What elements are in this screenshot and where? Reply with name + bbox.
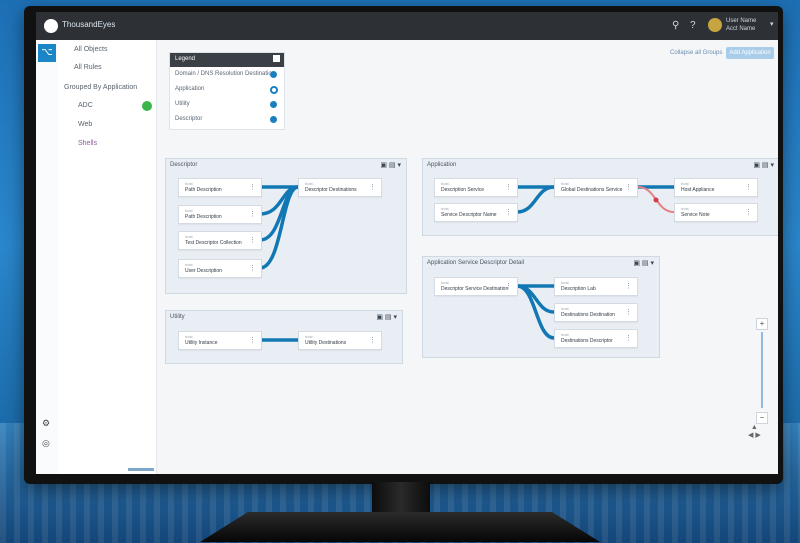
app-screen: ThousandEyes ⚲ ? User Name Acct Name ▾ ⌥… (36, 12, 778, 474)
node[interactable]: host Global Destinations Service ⋮ (554, 178, 638, 197)
node[interactable]: host Test Descriptor Collection ⋮ (178, 231, 262, 250)
node[interactable]: host Path Description ⋮ (178, 205, 262, 224)
zoom-slider[interactable] (761, 332, 763, 408)
zoom-out-button[interactable]: − (756, 412, 768, 424)
monitor-stand-base (200, 512, 600, 542)
edge (516, 185, 555, 214)
node[interactable]: host Host Appliance ⋮ (674, 178, 758, 197)
pan-control-icon[interactable]: ▲ ◀ ▶ (748, 424, 761, 439)
node[interactable]: host User Description ⋮ (178, 259, 262, 278)
node[interactable]: host Descriptor Destinations ⋮ (298, 178, 382, 197)
node[interactable]: host Destinations Descriptor ⋮ (554, 329, 638, 348)
zoom-control: + − (756, 318, 768, 438)
zoom-in-button[interactable]: + (756, 318, 768, 330)
node[interactable]: host Service Descriptor Name ⋮ (434, 203, 518, 222)
node[interactable]: host Path Description ⋮ (178, 178, 262, 197)
node[interactable]: host Service Note ⋮ (674, 203, 758, 222)
dependency-edges (259, 185, 675, 342)
node[interactable]: host Destinations Destination ⋮ (554, 303, 638, 322)
node[interactable]: host Utility Destinations ⋮ (298, 331, 382, 350)
alert-dot-icon (653, 197, 659, 203)
node[interactable]: host Description Lab ⋮ (554, 277, 638, 296)
node[interactable]: host Description Service ⋮ (434, 178, 518, 197)
node[interactable]: host Descriptor Service Destination ⋮ (434, 277, 518, 296)
edge (259, 185, 299, 270)
node[interactable]: host Utility Instance ⋮ (178, 331, 262, 350)
